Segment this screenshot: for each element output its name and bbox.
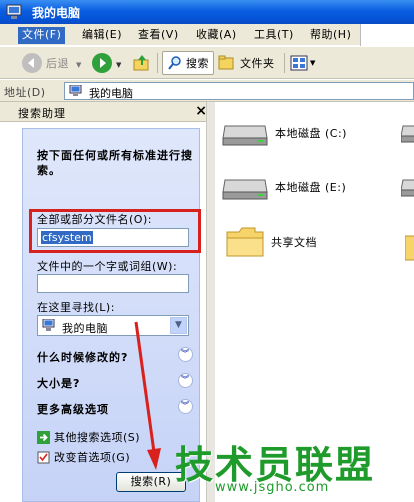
folders-label: 文件夹 bbox=[240, 57, 275, 70]
back-dropdown-icon[interactable]: ▼ bbox=[76, 61, 81, 69]
search-toolbar-button[interactable]: 搜索 bbox=[162, 51, 214, 75]
forward-dropdown-icon[interactable]: ▼ bbox=[116, 61, 121, 69]
title-bar: 我的电脑 bbox=[0, 0, 414, 24]
my-computer-icon bbox=[6, 4, 22, 19]
drive-icon bbox=[401, 125, 414, 143]
address-bar: 地址(D) 我的电脑 bbox=[0, 80, 414, 102]
magnifier-icon bbox=[168, 56, 181, 70]
forward-button[interactable] bbox=[92, 51, 116, 75]
views-grid-icon bbox=[290, 55, 308, 71]
views-dropdown-icon: ▼ bbox=[310, 59, 316, 67]
search-label: 搜索 bbox=[186, 57, 209, 70]
watermark-url: www.jsgho.com bbox=[215, 480, 330, 495]
windows-logo bbox=[360, 24, 414, 46]
menu-favorites[interactable]: 收藏(A) bbox=[192, 27, 241, 44]
toolbar: 后退 ▼ ▼ 搜索 文件夹 ▼ bbox=[0, 47, 414, 79]
address-field[interactable]: 我的电脑 bbox=[64, 82, 414, 100]
drive-e-label: 本地磁盘 (E:) bbox=[275, 181, 347, 194]
my-computer-icon bbox=[69, 85, 82, 96]
window-title: 我的电脑 bbox=[32, 6, 81, 20]
back-label: 后退 bbox=[46, 57, 69, 70]
menu-tools[interactable]: 工具(T) bbox=[250, 27, 298, 44]
views-button[interactable]: ▼ bbox=[290, 51, 315, 75]
shared-docs-item[interactable]: 共享文档 bbox=[225, 224, 317, 260]
drive-c-item[interactable]: 本地磁盘 (C:) bbox=[221, 118, 347, 148]
menu-help[interactable]: 帮助(H) bbox=[306, 27, 355, 44]
forward-arrow-icon bbox=[92, 53, 112, 73]
back-button[interactable]: 后退 bbox=[22, 51, 69, 75]
menu-edit[interactable]: 编辑(E) bbox=[78, 27, 126, 44]
address-label: 地址(D) bbox=[4, 86, 46, 99]
menu-bar: 文件(F) 编辑(E) 查看(V) 收藏(A) 工具(T) 帮助(H) bbox=[0, 24, 414, 46]
up-folder-icon bbox=[133, 55, 149, 71]
toolbar-separator bbox=[284, 53, 285, 73]
menu-view[interactable]: 查看(V) bbox=[134, 27, 183, 44]
folder-icon bbox=[226, 227, 264, 257]
folders-button[interactable]: 文件夹 bbox=[218, 51, 275, 75]
folder-icon bbox=[405, 235, 414, 261]
drive-icon bbox=[401, 179, 414, 197]
drive-e-item[interactable]: 本地磁盘 (E:) bbox=[221, 172, 346, 202]
toolbar-separator bbox=[157, 53, 158, 73]
menu-file[interactable]: 文件(F) bbox=[18, 27, 66, 44]
shared-docs-label: 共享文档 bbox=[271, 236, 317, 249]
back-arrow-icon bbox=[22, 53, 42, 73]
up-folder-button[interactable] bbox=[132, 51, 152, 75]
folders-icon bbox=[218, 55, 234, 70]
drive-c-label: 本地磁盘 (C:) bbox=[275, 127, 347, 140]
drive-icon bbox=[222, 125, 268, 146]
drive-icon bbox=[222, 179, 268, 200]
address-value: 我的电脑 bbox=[89, 87, 133, 100]
